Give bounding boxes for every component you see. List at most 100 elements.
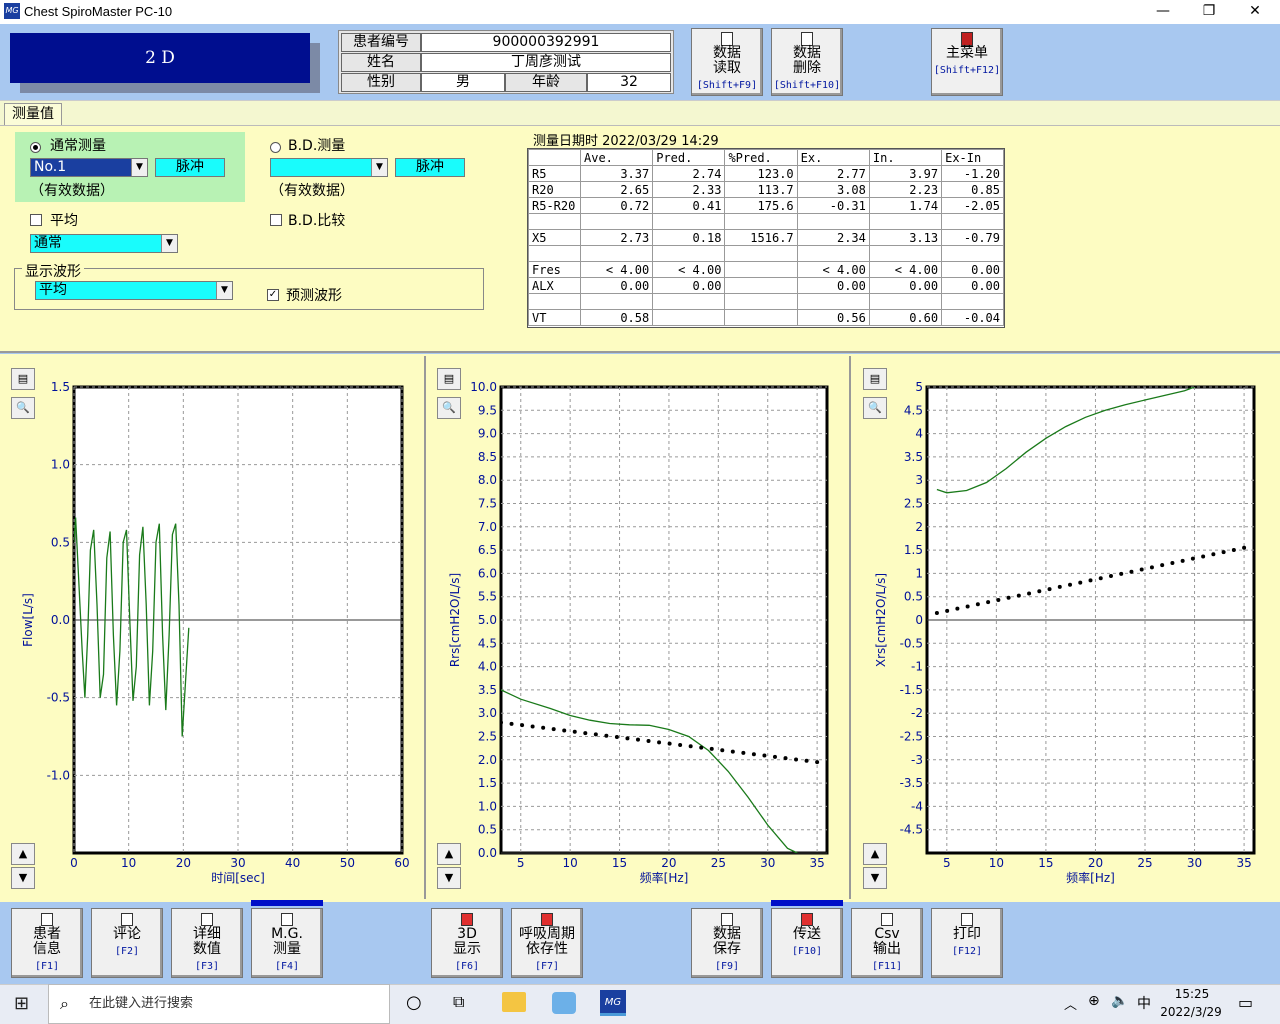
chevron-up-icon[interactable]: ︿ — [1064, 994, 1077, 1013]
predicted-point — [604, 733, 609, 738]
close-button[interactable]: ✕ — [1232, 0, 1278, 24]
clock-time[interactable]: 15:25 — [1162, 987, 1222, 1001]
table-header: Ex-In — [941, 149, 1004, 166]
scroll-up-button[interactable]: ▲ — [863, 843, 887, 865]
chart-settings-icon[interactable]: ▤ — [11, 368, 35, 390]
y-tick-label: 10.0 — [470, 380, 497, 394]
y-tick-label: -1.0 — [47, 768, 70, 782]
scroll-down-button[interactable]: ▼ — [11, 867, 35, 889]
predicted-point — [955, 606, 960, 611]
scroll-up-button[interactable]: ▲ — [11, 843, 35, 865]
delete-icon — [801, 32, 813, 46]
data-save-button[interactable]: 数据 保存 [F9] — [691, 908, 763, 978]
3d-display-button[interactable]: 3D 显示 [F6] — [431, 908, 503, 978]
table-cell: 0.00 — [796, 277, 870, 294]
table-cell: 0.56 — [796, 309, 870, 326]
patient-info-button[interactable]: 患者 信息 [F1] — [11, 908, 83, 978]
table-cell: -0.31 — [796, 197, 870, 214]
y-tick-label: 3.5 — [478, 683, 497, 697]
table-cell — [796, 245, 870, 262]
scroll-up-button[interactable]: ▲ — [437, 843, 461, 865]
data-delete-button[interactable]: 数据 删除 [Shift+F10] — [771, 28, 843, 96]
clock-date[interactable]: 2022/3/29 — [1158, 1005, 1224, 1019]
volume-icon[interactable]: 🔈 — [1111, 993, 1128, 1009]
normal-measure-radio[interactable] — [30, 138, 41, 157]
comment-button[interactable]: 评论 [F2] — [91, 908, 163, 978]
data-read-button[interactable]: 数据 读取 [Shift+F9] — [691, 28, 763, 96]
detail-values-button[interactable]: 详细 数值 [F3] — [171, 908, 243, 978]
y-tick-label: -0.5 — [47, 691, 70, 705]
file-explorer-icon[interactable] — [502, 992, 526, 1012]
predicted-point — [520, 723, 525, 728]
table-cell: 0.72 — [579, 197, 654, 214]
table-cell: R5 — [528, 165, 581, 182]
predicted-point — [541, 725, 546, 730]
pulse-button[interactable]: 脉冲 — [155, 158, 225, 177]
table-header: In. — [868, 149, 943, 166]
main-menu-button[interactable]: 主菜单 [Shift+F12] — [931, 28, 1003, 96]
table-header: Ave. — [579, 149, 654, 166]
predicted-point — [1068, 582, 1073, 587]
table-cell: -1.20 — [941, 165, 1004, 182]
scroll-down-button[interactable]: ▼ — [863, 867, 887, 889]
bd-record-select[interactable]: ▼ — [270, 158, 388, 177]
patient-age-value: 32 — [587, 73, 671, 92]
scroll-down-button[interactable]: ▼ — [437, 867, 461, 889]
respiratory-cycle-button[interactable]: 呼吸周期 依存性 [F7] — [511, 908, 583, 978]
table-cell: R5-R20 — [528, 197, 581, 214]
network-icon[interactable]: ⊕ — [1088, 993, 1100, 1009]
x-tick-label: 10 — [121, 856, 136, 870]
notification-icon[interactable]: ▭ — [1238, 993, 1253, 1012]
wave-select[interactable]: 平均 ▼ — [35, 281, 233, 300]
x-tick-label: 0 — [70, 856, 78, 870]
predicted-wave-checkbox[interactable]: ✓ — [267, 289, 279, 301]
predicted-point — [1016, 593, 1021, 598]
patient-name-label: 姓名 — [341, 53, 421, 72]
timeline-icon[interactable]: ⧉ — [453, 992, 464, 1012]
chart-settings-icon[interactable]: ▤ — [437, 368, 461, 390]
y-tick-label: -3.5 — [900, 776, 923, 790]
predicted-point — [593, 732, 598, 737]
record-select[interactable]: No.1 ▼ — [30, 158, 148, 177]
patient-id-label: 患者编号 — [341, 33, 421, 52]
zoom-icon[interactable]: 🔍 — [863, 397, 887, 419]
table-cell: < 4.00 — [579, 261, 654, 278]
bd-compare-checkbox[interactable] — [270, 214, 282, 226]
table-cell: 3.13 — [868, 229, 943, 246]
chart-settings-icon[interactable]: ▤ — [863, 368, 887, 390]
valid-data-label: （有效数据） — [30, 183, 114, 199]
restore-button[interactable]: ❐ — [1186, 0, 1232, 24]
predicted-point — [1129, 569, 1134, 574]
paint-icon[interactable] — [552, 992, 576, 1014]
x-tick-label: 50 — [340, 856, 355, 870]
bd-measure-radio[interactable] — [270, 138, 281, 157]
zoom-icon[interactable]: 🔍 — [11, 397, 35, 419]
bd-pulse-button[interactable]: 脉冲 — [395, 158, 465, 177]
y-tick-label: 4.5 — [904, 403, 923, 417]
print-button[interactable]: 打印 [F12] — [931, 908, 1003, 978]
transmit-button[interactable]: 传送 [F10] — [771, 908, 843, 978]
task-view-icon[interactable]: ○ — [406, 992, 422, 1013]
predicted-point — [530, 724, 535, 729]
minimize-button[interactable]: — — [1140, 0, 1186, 24]
chart-icon — [281, 913, 293, 926]
table-cell: 0.60 — [868, 309, 943, 326]
windows-start-icon[interactable]: ⊞ — [14, 994, 34, 1014]
document-icon — [121, 913, 133, 926]
table-cell: < 4.00 — [796, 261, 870, 278]
mg-measure-button[interactable]: M.G. 测量 [F4] — [251, 908, 323, 978]
csv-output-button[interactable]: Csv 输出 [F11] — [851, 908, 923, 978]
zoom-icon[interactable]: 🔍 — [437, 397, 461, 419]
taskbar-search-input[interactable]: 在此键入进行搜索 — [48, 984, 390, 1024]
table-row: ALX 0.00 0.00 0.00 0.00 0.00 — [528, 277, 1004, 294]
y-tick-label: 0.0 — [478, 846, 497, 860]
mode-select[interactable]: 通常 ▼ — [30, 234, 178, 253]
tab-measurement[interactable]: 测量值 — [4, 103, 62, 125]
y-tick-label: 2.5 — [904, 497, 923, 511]
average-checkbox[interactable] — [30, 214, 42, 226]
table-cell: 0.00 — [652, 277, 726, 294]
y-tick-label: 6.5 — [478, 543, 497, 557]
charts-svg: 0 10 20 30 40 50 601.51.00.50.0-0.5-1.0时间[sec]… — [21, 380, 1256, 885]
app-taskbar-icon[interactable]: MG — [600, 990, 626, 1016]
ime-indicator[interactable]: 中 — [1137, 993, 1151, 1013]
